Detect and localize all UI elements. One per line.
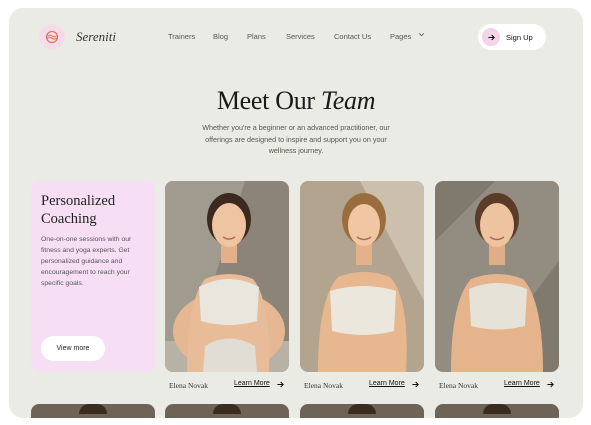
learn-more-link[interactable]: Learn More [234, 380, 270, 387]
team-photo-row2-1[interactable] [31, 404, 155, 418]
arrow-right-icon[interactable] [546, 380, 555, 389]
logo-badge[interactable] [39, 24, 65, 50]
team-photo-row2-4[interactable] [435, 404, 559, 418]
team-photo-row2-3[interactable] [300, 404, 424, 418]
team-photo-row2-2[interactable] [165, 404, 289, 418]
nav-item-blog[interactable]: Blog [213, 32, 228, 41]
learn-more-link[interactable]: Learn More [369, 380, 405, 387]
feature-title: Personalized Coaching [41, 193, 116, 227]
feature-card: Personalized Coaching One-on-one session… [31, 181, 155, 372]
team-photo-3[interactable] [435, 181, 559, 372]
signup-button[interactable]: Sign Up [478, 24, 546, 50]
head-shape [483, 404, 511, 414]
team-member-name: Elena Novak [169, 381, 208, 390]
team-member-name: Elena Novak [439, 381, 478, 390]
team-member-name: Elena Novak [304, 381, 343, 390]
nav-item-pages[interactable]: Pages [390, 32, 411, 41]
head-shape [348, 404, 376, 414]
head-shape [213, 404, 241, 414]
nav-item-contact[interactable]: Contact Us [334, 32, 371, 41]
brand-name[interactable]: Sereniti [76, 29, 116, 45]
arrow-right-icon [482, 28, 500, 46]
learn-more-link[interactable]: Learn More [504, 380, 540, 387]
arrow-right-icon[interactable] [411, 380, 420, 389]
wave-icon [45, 30, 59, 44]
view-more-button[interactable]: View more [41, 336, 105, 361]
nav-item-trainers[interactable]: Trainers [168, 32, 195, 41]
nav-item-plans[interactable]: Plans [247, 32, 266, 41]
title-plain: Meet Our [216, 86, 315, 115]
page-frame: Sereniti Trainers Blog Plans Services Co… [9, 8, 583, 418]
page-subtitle: Whether you're a beginner or an advanced… [202, 123, 390, 155]
arrow-right-icon[interactable] [276, 380, 285, 389]
feature-description: One-on-one sessions with our fitness and… [41, 236, 132, 287]
head-shape [79, 404, 107, 414]
page-title: Meet Our Team [9, 86, 583, 116]
title-italic: Team [320, 86, 376, 115]
team-photo-1[interactable] [165, 181, 289, 372]
signup-label: Sign Up [506, 32, 533, 42]
team-photo-2[interactable] [300, 181, 424, 372]
chevron-down-icon[interactable] [418, 31, 425, 38]
nav-item-services[interactable]: Services [286, 32, 315, 41]
